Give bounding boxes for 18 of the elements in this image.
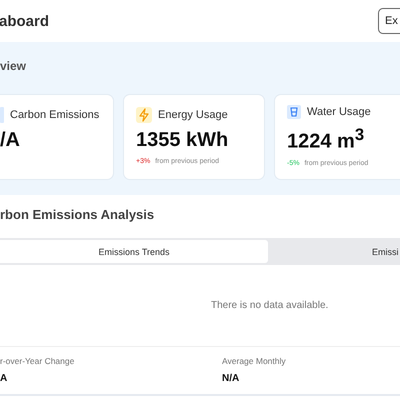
section-title: view <box>0 59 28 75</box>
metric-value: 1355 kWh <box>136 129 230 152</box>
lightning-icon <box>136 107 152 123</box>
metric-label: Energy Usage <box>158 109 228 121</box>
export-button[interactable]: Ex <box>378 8 400 34</box>
metric-value: 1224 m$^{3}$ <box>287 125 366 154</box>
stat-value: N/A <box>222 373 240 384</box>
stat-value: A <box>0 373 8 384</box>
metric-label: Water Usage <box>307 106 371 118</box>
metric-value: /A <box>0 129 21 152</box>
glass-icon <box>287 105 301 119</box>
tab[interactable]: Emissi <box>372 240 398 263</box>
stat-label: r-over-Year Change <box>0 356 76 366</box>
tab[interactable]: Emissions Trends <box>0 240 268 263</box>
empty-message: There is no data available. <box>211 300 328 311</box>
stat-label: Average Monthly <box>222 356 286 366</box>
section-title: rbon Emissions Analysis <box>0 207 156 224</box>
metric-label: Carbon Emissions <box>10 109 100 121</box>
